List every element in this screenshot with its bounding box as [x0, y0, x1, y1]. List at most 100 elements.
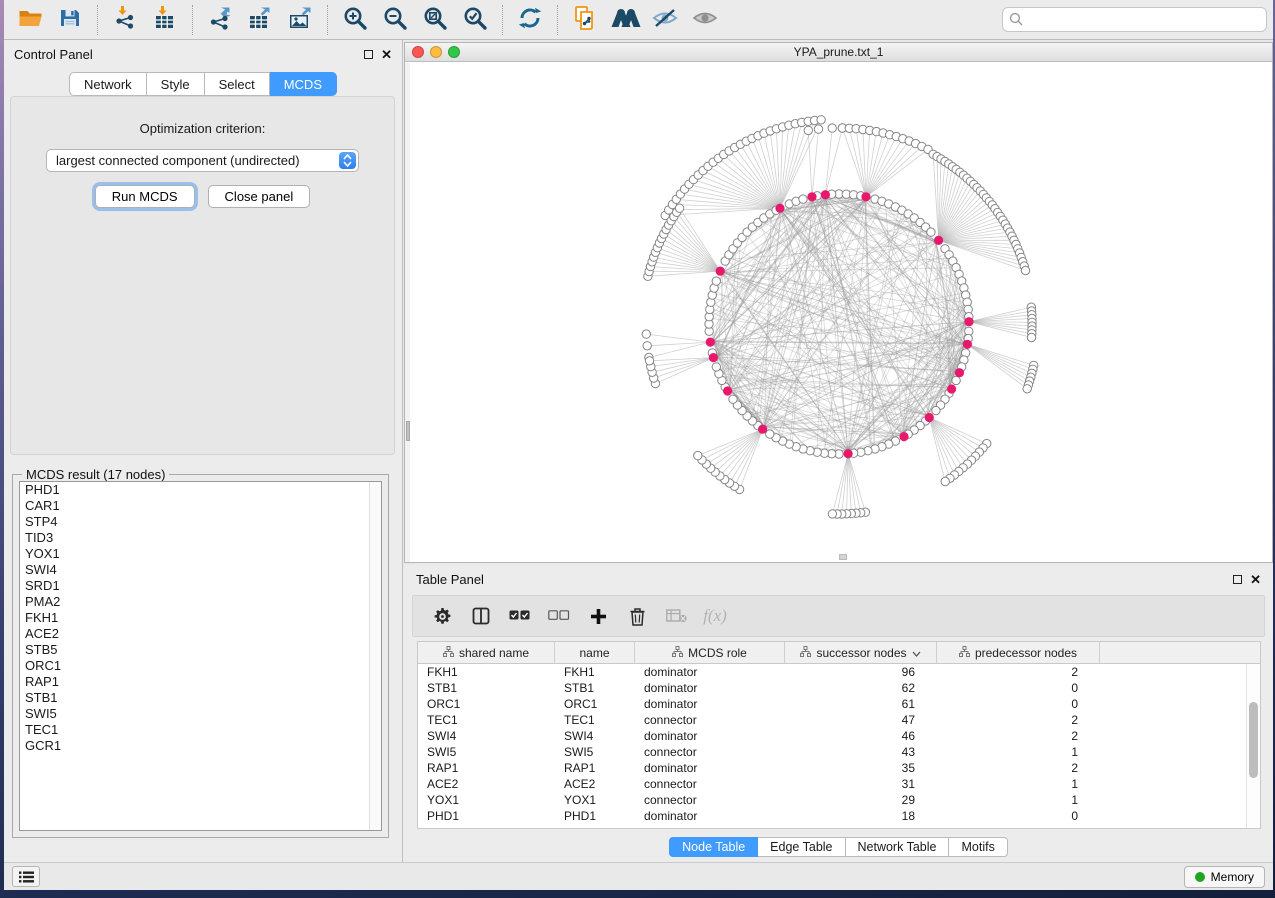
network-node[interactable] [712, 363, 720, 371]
table-row[interactable]: SWI4SWI4dominator462 [418, 728, 1260, 744]
network-node[interactable] [952, 376, 960, 384]
mcds-result-item[interactable]: STP4 [20, 514, 381, 530]
mcds-hub-node[interactable] [964, 317, 973, 326]
memory-button[interactable]: Memory [1184, 866, 1265, 888]
network-vscroll-thumb[interactable] [406, 421, 410, 441]
network-hscroll-thumb[interactable] [839, 554, 847, 560]
close-panel-icon[interactable]: ✕ [381, 48, 392, 61]
mcds-result-item[interactable]: CAR1 [20, 498, 381, 514]
network-node[interactable] [675, 204, 683, 212]
network-node[interactable] [766, 430, 774, 438]
mcds-result-item[interactable]: GCR1 [20, 738, 381, 754]
mcds-result-item[interactable]: SRD1 [20, 578, 381, 594]
export-table-button[interactable] [242, 4, 278, 36]
mcds-hub-node[interactable] [925, 413, 934, 422]
tab-motifs[interactable]: Motifs [949, 837, 1007, 857]
hide-selected-button[interactable] [647, 4, 683, 36]
mcds-hub-node[interactable] [934, 236, 943, 245]
network-node[interactable] [814, 125, 822, 133]
network-node[interactable] [799, 195, 807, 203]
network-node[interactable] [804, 126, 812, 134]
copy-network-button[interactable] [567, 4, 603, 36]
mcds-result-item[interactable]: YOX1 [20, 546, 381, 562]
close-panel-button[interactable]: Close panel [208, 185, 311, 208]
tab-edge-table[interactable]: Edge Table [758, 837, 845, 857]
table-vscroll-thumb[interactable] [1249, 702, 1258, 778]
mcds-hub-node[interactable] [899, 432, 908, 441]
tab-network-table[interactable]: Network Table [846, 837, 950, 857]
tab-mcds[interactable]: MCDS [270, 72, 337, 96]
network-graph[interactable] [405, 63, 1272, 562]
mcds-result-list[interactable]: PHD1CAR1STP4TID3YOX1SWI4SRD1PMA2FKH1ACE2… [19, 481, 382, 831]
import-table-button[interactable] [147, 4, 183, 36]
column-header-shared-name[interactable]: shared name [418, 642, 555, 663]
network-node[interactable] [828, 510, 836, 518]
zoom-out-button[interactable] [377, 4, 413, 36]
table-row[interactable]: ACE2ACE2connector311 [418, 776, 1260, 792]
open-file-button[interactable] [12, 4, 48, 36]
mcds-result-item[interactable]: SWI5 [20, 706, 381, 722]
optimization-criterion-select[interactable]: largest connected component (undirected) [46, 149, 359, 172]
network-node[interactable] [729, 395, 737, 403]
tab-network[interactable]: Network [69, 72, 147, 96]
network-node[interactable] [712, 277, 720, 285]
tab-select[interactable]: Select [205, 72, 270, 96]
mcds-hub-node[interactable] [821, 190, 830, 199]
mcds-hub-node[interactable] [807, 192, 816, 201]
table-close-icon[interactable]: ✕ [1250, 573, 1261, 586]
mcds-result-item[interactable]: PHD1 [20, 482, 381, 498]
mcds-result-item[interactable]: ORC1 [20, 658, 381, 674]
export-network-button[interactable] [202, 4, 238, 36]
table-vscrollbar[interactable] [1246, 664, 1260, 828]
deselect-all-rows-button[interactable] [544, 601, 574, 631]
delete-column-button[interactable] [622, 601, 652, 631]
network-node[interactable] [932, 406, 940, 414]
mcds-result-item[interactable]: FKH1 [20, 610, 381, 626]
table-row[interactable]: RAP1RAP1dominator352 [418, 760, 1260, 776]
save-session-button[interactable] [52, 4, 88, 36]
network-node[interactable] [1023, 385, 1031, 393]
mcds-hub-node[interactable] [963, 340, 972, 349]
mcds-hub-node[interactable] [955, 368, 964, 377]
network-node[interactable] [643, 342, 651, 350]
mcds-hub-node[interactable] [844, 449, 853, 458]
mcds-hub-node[interactable] [758, 425, 767, 434]
search-input[interactable] [1002, 7, 1267, 32]
mcds-result-item[interactable]: TID3 [20, 530, 381, 546]
network-node[interactable] [828, 124, 836, 132]
tab-style[interactable]: Style [147, 72, 205, 96]
network-node[interactable] [645, 357, 653, 365]
mcds-result-item[interactable]: STB5 [20, 642, 381, 658]
table-settings-button[interactable] [427, 601, 457, 631]
table-row[interactable]: STB1STB1dominator620 [418, 680, 1260, 696]
task-history-button[interactable] [12, 866, 40, 887]
column-header-predecessor-nodes[interactable]: predecessor nodes [937, 642, 1100, 663]
table-row[interactable]: TEC1TEC1connector472 [418, 712, 1260, 728]
first-neighbors-button[interactable] [607, 4, 643, 36]
run-mcds-button[interactable]: Run MCDS [95, 185, 195, 208]
mcds-list-scrollbar[interactable] [369, 482, 381, 830]
mcds-result-item[interactable]: PMA2 [20, 594, 381, 610]
select-all-rows-button[interactable] [505, 601, 535, 631]
add-column-button[interactable] [583, 601, 613, 631]
mcds-result-item[interactable]: SWI4 [20, 562, 381, 578]
table-float-icon[interactable] [1233, 575, 1242, 584]
network-node[interactable] [1027, 333, 1035, 341]
mcds-result-item[interactable]: STB1 [20, 690, 381, 706]
show-all-button[interactable] [687, 4, 723, 36]
network-node[interactable] [927, 228, 935, 236]
column-header-MCDS-role[interactable]: MCDS role [635, 642, 785, 663]
mcds-hub-node[interactable] [706, 338, 715, 347]
mcds-hub-node[interactable] [947, 384, 956, 393]
table-row[interactable]: FKH1FKH1dominator962 [418, 664, 1260, 680]
zoom-selected-button[interactable] [457, 4, 493, 36]
mcds-hub-node[interactable] [709, 353, 718, 362]
zoom-in-button[interactable] [337, 4, 373, 36]
column-header-name[interactable]: name [555, 642, 635, 663]
network-vscrollbar[interactable] [405, 63, 410, 562]
import-network-button[interactable] [107, 4, 143, 36]
mcds-hub-node[interactable] [723, 386, 732, 395]
export-image-button[interactable] [282, 4, 318, 36]
network-node[interactable] [817, 116, 825, 124]
mcds-result-item[interactable]: TEC1 [20, 722, 381, 738]
